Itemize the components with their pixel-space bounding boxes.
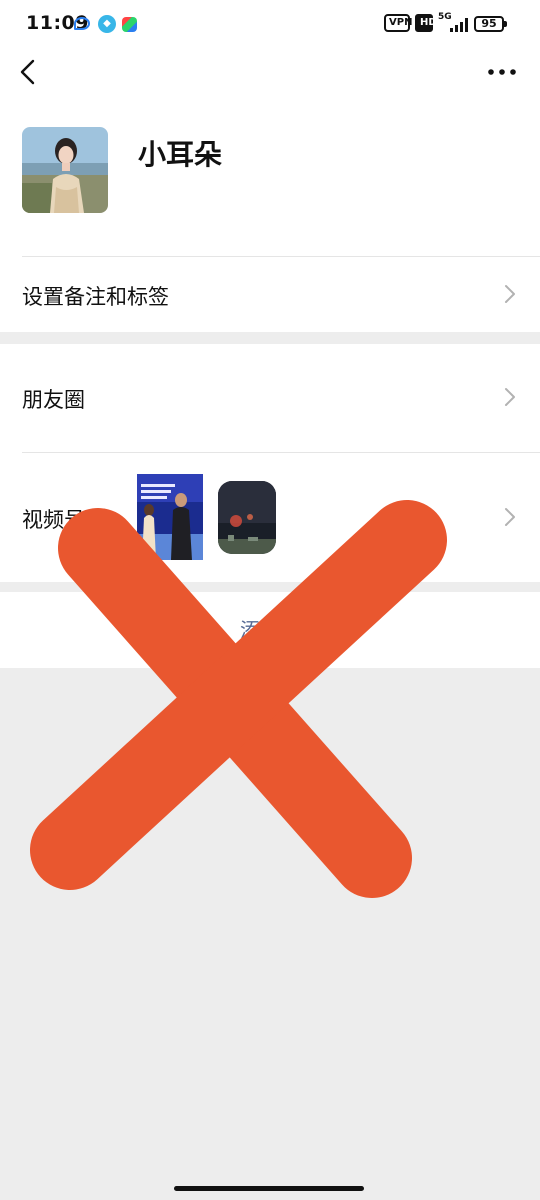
contact-nickname: 小耳朵 (138, 138, 223, 171)
section-gap (0, 332, 540, 344)
game-notification-icon (122, 17, 137, 32)
more-dots-icon[interactable] (486, 62, 518, 82)
battery-icon: 95 (474, 16, 507, 32)
divider (22, 452, 540, 453)
remark-tags-row[interactable]: 设置备注和标签 (22, 281, 169, 311)
moments-row[interactable]: 朋友圈 (22, 384, 85, 414)
vpn-badge: VPN (384, 14, 412, 32)
channels-thumbnail[interactable] (137, 474, 203, 560)
avatar[interactable] (22, 127, 108, 213)
hd-badge: HD (415, 14, 437, 32)
home-indicator[interactable] (174, 1186, 364, 1191)
status-bar: 11:09 ◆ VPN HD 5G 95 (0, 0, 540, 48)
back-chevron-icon[interactable] (14, 56, 46, 88)
chevron-right-icon (505, 285, 515, 303)
chevron-right-icon (505, 508, 515, 526)
chevron-right-icon (505, 388, 515, 406)
divider (22, 256, 540, 257)
chat-notification-icon (74, 17, 90, 30)
section-gap (0, 582, 540, 592)
add-to-contacts-button[interactable]: 添加至 (0, 592, 540, 668)
channels-thumbnail[interactable] (218, 481, 276, 554)
app-notification-icon: ◆ (98, 15, 116, 33)
signal-icon (448, 18, 470, 32)
empty-background (0, 668, 540, 1200)
channels-row[interactable]: 视频号 (22, 504, 85, 534)
